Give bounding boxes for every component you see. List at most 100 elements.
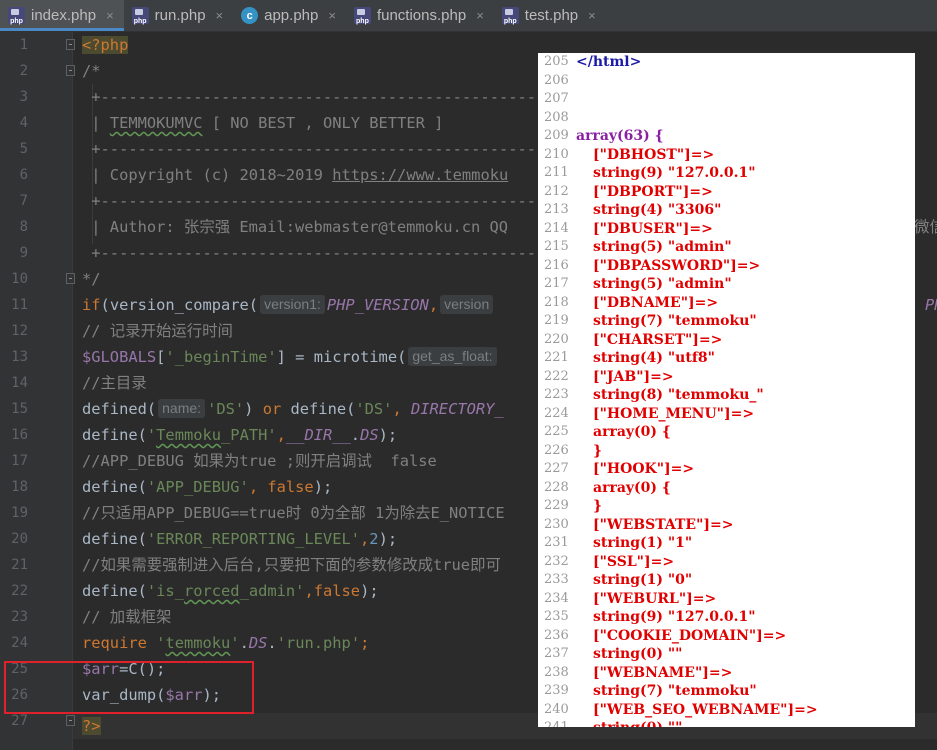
code-token: ' bbox=[146, 426, 157, 444]
line-number: 22 bbox=[11, 583, 28, 599]
output-line-number: 241 bbox=[544, 719, 569, 727]
fold-marker-icon[interactable] bbox=[66, 715, 75, 726]
code-token: ); bbox=[313, 478, 333, 496]
output-text: ["HOOK"]=> bbox=[593, 461, 695, 477]
code-line-14: //主目录 bbox=[82, 374, 147, 392]
output-line-number: 231 bbox=[544, 535, 569, 550]
var-dump-output-panel[interactable]: 205 </html> 206 207 208 209 array(63) {210 ["DB… bbox=[538, 53, 915, 727]
code-token: rorced bbox=[183, 582, 240, 600]
code-token: 'DS' bbox=[355, 400, 393, 418]
output-text: </html> bbox=[576, 54, 642, 70]
code-token: false bbox=[267, 478, 314, 496]
red-highlight-annotation bbox=[4, 661, 254, 714]
comment-text: 微信 bbox=[914, 218, 937, 236]
output-line-number: 235 bbox=[544, 609, 569, 624]
tab-label: index.php bbox=[31, 7, 97, 24]
output-line-number: 205 bbox=[544, 54, 569, 69]
code-line-18: define('APP_DEBUG', false); bbox=[82, 474, 332, 500]
comment-text: | bbox=[82, 114, 110, 132]
output-text: string(4) "utf8" bbox=[593, 350, 715, 366]
code-token: define( bbox=[82, 582, 147, 600]
line-number: 23 bbox=[11, 609, 28, 625]
code-token: Temmoku bbox=[156, 426, 222, 444]
code-token: 2 bbox=[369, 530, 379, 548]
output-text: string(9) "127.0.0.1" bbox=[593, 165, 756, 181]
output-line-number: 233 bbox=[544, 572, 569, 587]
line-number: 12 bbox=[11, 323, 28, 339]
code-line-1: <?php bbox=[82, 32, 129, 58]
comment-text: | Copyright (c) 2018~2019 bbox=[82, 166, 333, 184]
comment-text: [ NO BEST , ONLY BETTER ] bbox=[202, 114, 444, 132]
output-line-number: 208 bbox=[544, 109, 569, 125]
fold-marker-icon[interactable] bbox=[66, 39, 75, 50]
output-line-number: 216 bbox=[544, 257, 569, 273]
output-text: ["DBNAME"]=> bbox=[593, 294, 719, 311]
code-token: 'run.php' bbox=[276, 634, 361, 652]
code-token: . bbox=[267, 634, 277, 652]
parameter-hint: name: bbox=[158, 399, 206, 418]
output-text: ["COOKIE_DOMAIN"]=> bbox=[593, 627, 787, 644]
code-line-24: require 'temmoku'.DS.'run.php'; bbox=[82, 630, 369, 656]
code-line-13: $GLOBALS['_beginTime'] = microtime(get_a… bbox=[82, 344, 499, 370]
tab-functions-php[interactable]: functions.php × bbox=[346, 0, 494, 31]
output-line-number: 224 bbox=[544, 405, 569, 421]
code-line-27: ?> bbox=[82, 713, 101, 739]
code-line-21: //如果需要强制进入后台,只要把下面的参数修改成true即可 bbox=[82, 556, 501, 574]
close-icon[interactable]: × bbox=[106, 8, 114, 23]
tab-app-php[interactable]: c app.php × bbox=[233, 0, 346, 31]
output-line-number: 210 bbox=[544, 146, 569, 162]
output-line-number: 222 bbox=[544, 368, 569, 384]
output-text: array(0) { bbox=[593, 479, 671, 496]
output-text: array(0) { bbox=[593, 424, 671, 440]
code-token: 'DS' bbox=[207, 400, 245, 418]
line-number: 1 bbox=[19, 37, 28, 53]
code-token: DS bbox=[360, 426, 379, 444]
output-line-number: 217 bbox=[544, 276, 569, 291]
output-text: string(0) "" bbox=[593, 646, 683, 662]
tab-index-php[interactable]: index.php × bbox=[0, 0, 124, 31]
code-token: '_beginTime' bbox=[165, 348, 277, 366]
fold-marker-icon[interactable] bbox=[66, 273, 75, 284]
line-number: 20 bbox=[11, 531, 28, 547]
output-text: ["JAB"]=> bbox=[593, 368, 674, 385]
output-line-number: 206 bbox=[544, 72, 569, 88]
output-line-number: 237 bbox=[544, 646, 569, 661]
code-token: define( bbox=[82, 478, 147, 496]
code-token: $GLOBALS bbox=[82, 348, 157, 366]
parameter-hint: version1: bbox=[260, 295, 325, 314]
tab-run-php[interactable]: run.php × bbox=[124, 0, 233, 31]
line-number: 24 bbox=[11, 635, 28, 651]
fold-marker-icon[interactable] bbox=[66, 65, 75, 76]
output-text: string(7) "temmoku" bbox=[593, 683, 757, 699]
php-file-icon bbox=[131, 7, 149, 25]
output-line-number: 230 bbox=[544, 516, 569, 532]
php-open-tag: <?php bbox=[82, 36, 129, 54]
php-close-tag: ?> bbox=[82, 717, 101, 735]
output-line-number: 234 bbox=[544, 590, 569, 606]
code-token: _admin' bbox=[239, 582, 305, 600]
parameter-hint: version bbox=[440, 295, 494, 314]
output-line-number: 223 bbox=[544, 387, 569, 402]
line-number-gutter[interactable]: 1 2 3 4 5 6 7 8 9 10 11 12 13 14 15 16 1… bbox=[0, 32, 75, 750]
php-file-icon bbox=[501, 7, 519, 25]
code-token: . bbox=[239, 634, 249, 652]
code-line-5: +---------------------------------------… bbox=[82, 140, 611, 158]
comment-text: | Author: 张宗强 Email:webmaster@temmoku.cn… bbox=[82, 218, 509, 236]
close-icon[interactable]: × bbox=[588, 8, 596, 23]
output-line-number: 226 bbox=[544, 442, 569, 458]
close-icon[interactable]: × bbox=[216, 8, 224, 23]
output-line-number: 236 bbox=[544, 627, 569, 643]
code-token: define( bbox=[82, 426, 147, 444]
code-line-15: defined(name: 'DS') or define('DS', DIREC… bbox=[82, 396, 504, 422]
output-line-number: 218 bbox=[544, 294, 569, 310]
editor-tab-bar: index.php × run.php × c app.php × functi… bbox=[0, 0, 937, 32]
close-icon[interactable]: × bbox=[476, 8, 484, 23]
code-token: PHP_VERSION bbox=[326, 296, 429, 314]
tab-test-php[interactable]: test.php × bbox=[494, 0, 606, 31]
code-token: , bbox=[248, 478, 268, 496]
code-token: ); bbox=[378, 426, 398, 444]
close-icon[interactable]: × bbox=[328, 8, 336, 23]
code-token: define( bbox=[82, 530, 147, 548]
comment-link[interactable]: https://www.temmoku bbox=[332, 166, 508, 184]
output-text: ["DBPASSWORD"]=> bbox=[593, 257, 761, 274]
